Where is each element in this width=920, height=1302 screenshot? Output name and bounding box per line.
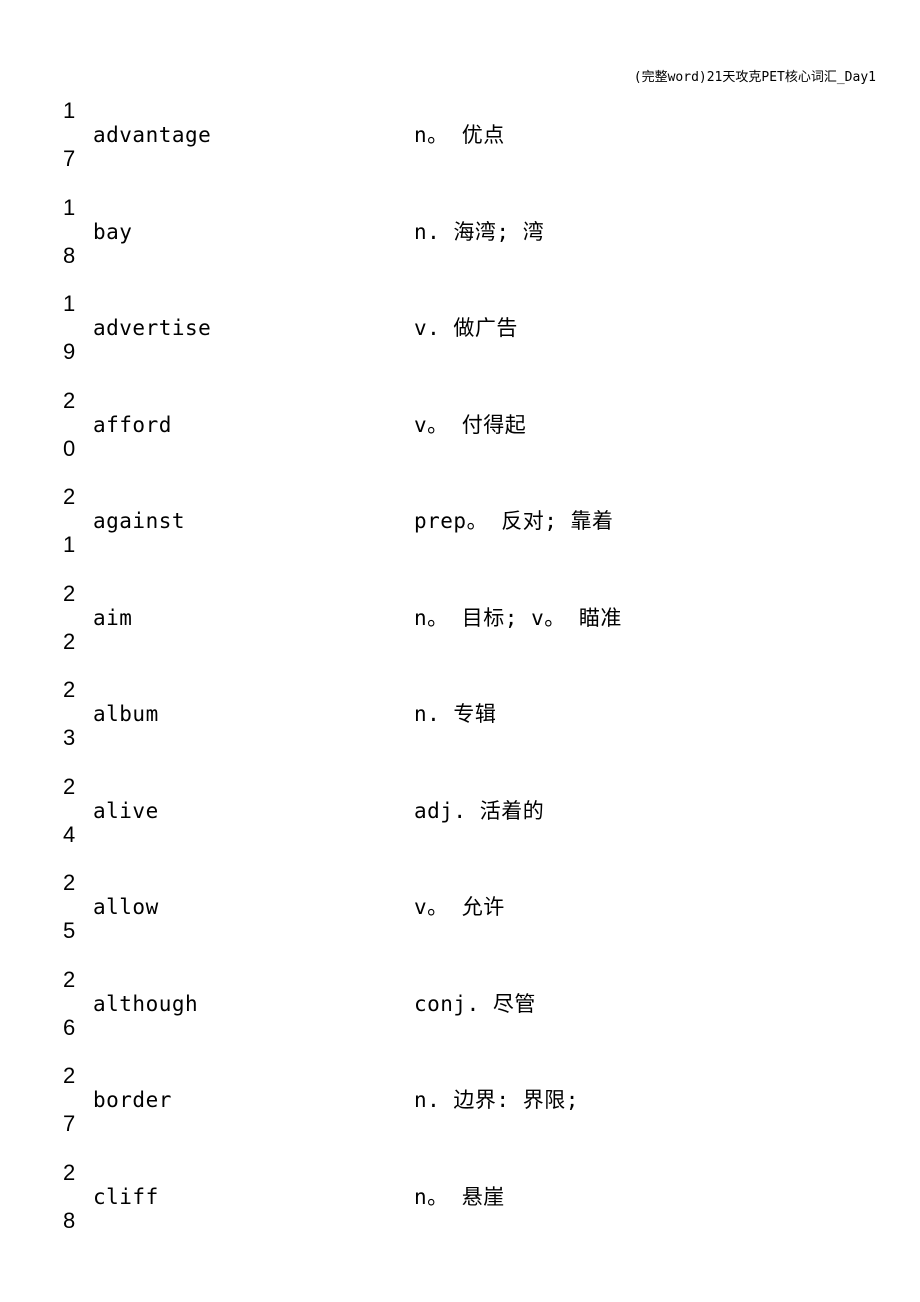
vocabulary-entry: 2 allow v。 允许 5 bbox=[0, 871, 920, 967]
entry-word: bay bbox=[93, 219, 133, 244]
entry-word: aim bbox=[93, 605, 133, 630]
entry-number-bottom: 7 bbox=[63, 1111, 76, 1136]
entry-number-bottom: 6 bbox=[63, 1014, 76, 1040]
entry-definition: v。 付得起 bbox=[414, 412, 527, 437]
entry-number-top: 2 bbox=[63, 870, 76, 895]
entry-word: border bbox=[93, 1088, 172, 1112]
entry-word: advantage bbox=[93, 123, 212, 147]
entry-word: advertise bbox=[93, 316, 212, 340]
entry-number-top: 2 bbox=[63, 677, 76, 702]
entry-number-bottom: 7 bbox=[63, 146, 76, 171]
entry-number-top: 1 bbox=[63, 194, 76, 220]
vocabulary-entry: 2 cliff n。 悬崖 8 bbox=[0, 1159, 920, 1257]
entry-definition: v。 允许 bbox=[414, 895, 505, 919]
entry-word: against bbox=[93, 509, 186, 533]
entry-number-bottom: 8 bbox=[63, 242, 76, 268]
entry-word: cliff bbox=[93, 1184, 159, 1209]
vocabulary-entry: 2 alive adj. 活着的 4 bbox=[0, 773, 920, 871]
entry-number-top: 2 bbox=[63, 966, 76, 992]
entry-number-bottom: 5 bbox=[63, 918, 76, 943]
entry-number-top: 2 bbox=[63, 773, 76, 799]
entry-definition: adj. 活着的 bbox=[414, 798, 545, 823]
entry-word: afford bbox=[93, 412, 172, 437]
entry-definition: n。 目标; v。 瞄准 bbox=[414, 605, 622, 630]
entry-word: alive bbox=[93, 798, 159, 823]
entry-definition: n. 边界: 界限; bbox=[414, 1088, 579, 1112]
vocabulary-entry: 1 advertise v. 做广告 9 bbox=[0, 292, 920, 388]
vocabulary-entry: 2 although conj. 尽管 6 bbox=[0, 966, 920, 1064]
vocabulary-entry: 2 album n. 专辑 3 bbox=[0, 678, 920, 774]
entry-number-bottom: 1 bbox=[63, 532, 76, 557]
entry-number-top: 2 bbox=[63, 484, 76, 509]
entry-number-bottom: 9 bbox=[63, 339, 76, 364]
entry-number-bottom: 4 bbox=[63, 821, 76, 847]
entry-number-bottom: 2 bbox=[63, 628, 76, 654]
vocabulary-entry: 2 border n. 边界: 界限; 7 bbox=[0, 1064, 920, 1160]
entry-number-top: 2 bbox=[63, 387, 76, 413]
vocabulary-entry: 1 advantage n。 优点 7 bbox=[0, 99, 920, 195]
entry-definition: n. 专辑 bbox=[414, 702, 497, 726]
document-header: (完整word)21天攻克PET核心词汇_Day1 bbox=[633, 70, 876, 85]
entry-number-bottom: 3 bbox=[63, 725, 76, 750]
vocabulary-entry: 1 bay n. 海湾; 湾 8 bbox=[0, 194, 920, 292]
entry-word: album bbox=[93, 702, 159, 726]
vocabulary-entry: 2 afford v。 付得起 0 bbox=[0, 387, 920, 485]
entry-number-top: 2 bbox=[63, 1159, 76, 1185]
entry-number-top: 1 bbox=[63, 98, 76, 123]
entry-word: allow bbox=[93, 895, 159, 919]
entry-definition: conj. 尽管 bbox=[414, 991, 536, 1016]
entry-number-top: 2 bbox=[63, 580, 76, 606]
entry-definition: n。 优点 bbox=[414, 123, 505, 147]
entry-definition: n. 海湾; 湾 bbox=[414, 219, 545, 244]
entry-definition: prep。 反对; 靠着 bbox=[414, 509, 614, 533]
entry-definition: n。 悬崖 bbox=[414, 1184, 505, 1209]
entry-number-top: 2 bbox=[63, 1063, 76, 1088]
entry-definition: v. 做广告 bbox=[414, 316, 518, 340]
vocabulary-entry: 2 aim n。 目标; v。 瞄准 2 bbox=[0, 580, 920, 678]
entry-word: although bbox=[93, 991, 199, 1016]
entry-number-bottom: 0 bbox=[63, 435, 76, 461]
entry-number-top: 1 bbox=[63, 291, 76, 316]
entry-number-bottom: 8 bbox=[63, 1207, 76, 1233]
vocabulary-entry: 2 against prep。 反对; 靠着 1 bbox=[0, 485, 920, 581]
